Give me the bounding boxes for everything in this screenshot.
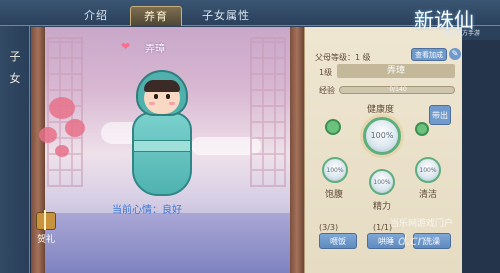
exp-bar: 0/140 bbox=[339, 86, 455, 94]
satiety-value: 100% bbox=[326, 167, 344, 174]
sidebar-label: 子女 bbox=[9, 50, 21, 85]
energy-label: 精力 bbox=[373, 202, 392, 212]
blossom bbox=[65, 119, 85, 137]
baby-character[interactable] bbox=[130, 70, 194, 200]
gift-label: 贺礼 bbox=[36, 235, 55, 245]
health-value: 100% bbox=[370, 131, 394, 140]
watermark-site: 当乐网游戏门户 bbox=[390, 219, 454, 229]
clean-value: 100% bbox=[419, 167, 437, 174]
floor bbox=[31, 213, 304, 273]
gift-button[interactable]: 贺礼 bbox=[33, 210, 59, 252]
heart-icon: ❤ bbox=[121, 40, 131, 53]
edit-icon[interactable]: ✎ bbox=[449, 48, 461, 60]
watermark-url: d.cn bbox=[398, 234, 426, 249]
gift-icon bbox=[36, 212, 56, 230]
mood-status: 当前心情：良好 bbox=[112, 205, 182, 216]
eye bbox=[154, 94, 158, 99]
take-out-button[interactable]: 带出 bbox=[429, 105, 451, 125]
tab-child-attributes[interactable]: 子女属性 bbox=[192, 6, 260, 26]
blossom bbox=[39, 127, 57, 143]
child-name-tag: 弄璋 bbox=[145, 44, 165, 55]
clean-orb: 100% bbox=[415, 157, 441, 183]
cheek bbox=[149, 102, 155, 105]
right-strip bbox=[462, 40, 500, 273]
child-level: 1级 bbox=[319, 68, 333, 77]
info-panel: 父母等级：1 级 查看加成 ✎ 1级 弄璋 经验 0/140 健康度 100% … bbox=[304, 27, 462, 273]
leaf-icon bbox=[415, 122, 429, 136]
energy-orb: 100% bbox=[369, 169, 395, 195]
feed-button[interactable]: 喂饭 bbox=[319, 233, 357, 249]
blossom bbox=[55, 145, 69, 157]
eye bbox=[166, 94, 170, 99]
parent-level: 父母等级：1 级 bbox=[315, 53, 371, 62]
satiety-label: 饱腹 bbox=[325, 190, 344, 200]
inspect-bonus-button[interactable]: 查看加成 bbox=[411, 48, 447, 61]
health-orb: 100% bbox=[363, 117, 401, 155]
clean-label: 清洁 bbox=[419, 190, 438, 200]
hair bbox=[144, 80, 180, 92]
logo-subtitle: 游戏官方手游 bbox=[444, 30, 481, 37]
health-label: 健康度 bbox=[367, 105, 395, 115]
tab-raise[interactable]: 养育 bbox=[130, 6, 182, 26]
lattice-window-right bbox=[250, 37, 286, 187]
pillar-right bbox=[290, 27, 304, 273]
feed-count: (3/3) bbox=[319, 223, 339, 232]
exp-label: 经验 bbox=[319, 86, 335, 95]
leaf-icon bbox=[325, 119, 341, 135]
child-name-field[interactable]: 弄璋 bbox=[337, 64, 455, 78]
swaddle-band bbox=[134, 140, 190, 152]
game-logo: 新诛仙 游戏官方手游 bbox=[404, 2, 500, 38]
blossom bbox=[49, 97, 75, 119]
energy-value: 100% bbox=[373, 179, 391, 186]
cheek bbox=[169, 102, 175, 105]
swaddle bbox=[132, 112, 192, 196]
game-window: 介绍 养育 子女属性 子女 ❤ 弄璋 当前心情：良好 贺礼 父母等级：1 级 查… bbox=[0, 0, 500, 273]
tab-intro[interactable]: 介绍 bbox=[70, 6, 122, 26]
gift-ribbon bbox=[44, 210, 46, 230]
exp-value: 0/140 bbox=[389, 86, 407, 93]
satiety-orb: 100% bbox=[322, 157, 348, 183]
